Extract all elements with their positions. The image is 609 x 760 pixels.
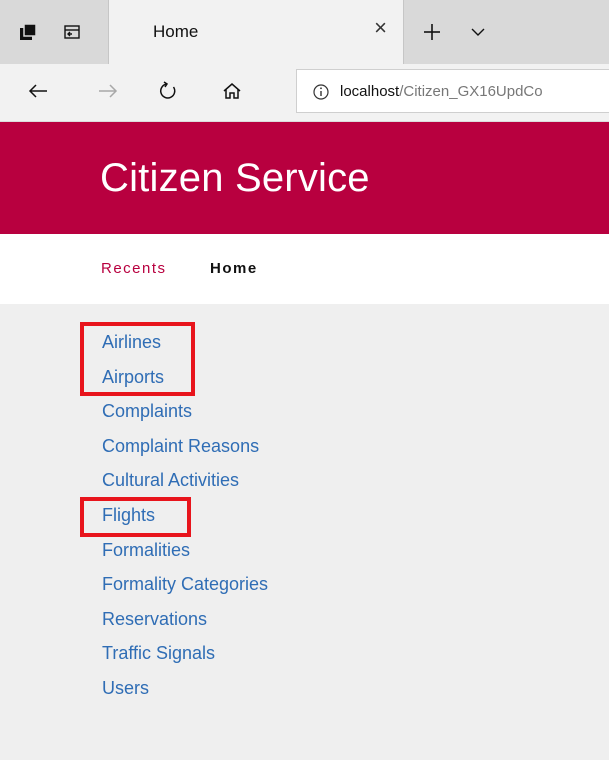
tab-title: Home xyxy=(153,22,199,41)
menu-link-formalities[interactable]: Formalities xyxy=(102,538,268,573)
breadcrumb-current: Home xyxy=(210,260,258,277)
close-icon[interactable]: × xyxy=(374,17,387,39)
plus-icon[interactable] xyxy=(414,14,450,50)
url-path: /Citizen_GX16UpdCo xyxy=(399,83,543,100)
highlight-box-airlines-airports xyxy=(80,322,195,396)
browser-nav-bar: localhost/Citizen_GX16UpdCo xyxy=(0,64,609,122)
menu-link-complaints[interactable]: Complaints xyxy=(102,399,268,434)
browser-tab-strip: Home × xyxy=(0,0,609,64)
home-icon[interactable] xyxy=(214,73,250,109)
url-host: localhost xyxy=(340,83,400,100)
forward-arrow-icon[interactable] xyxy=(90,73,126,109)
main-content: Airlines Airports Complaints Complaint R… xyxy=(0,304,609,760)
breadcrumb: Recents Home xyxy=(0,234,609,304)
breadcrumb-recents-link[interactable]: Recents xyxy=(101,260,167,277)
highlight-box-flights xyxy=(80,497,191,537)
tab-preview-icon[interactable] xyxy=(12,14,44,50)
back-arrow-icon[interactable] xyxy=(20,73,56,109)
refresh-icon[interactable] xyxy=(150,73,186,109)
info-icon[interactable] xyxy=(311,82,331,102)
menu-link-complaint-reasons[interactable]: Complaint Reasons xyxy=(102,434,268,469)
browser-tab-home[interactable]: Home × xyxy=(108,0,404,64)
address-url: localhost/Citizen_GX16UpdCo xyxy=(340,83,543,100)
app-title: Citizen Service xyxy=(100,156,370,200)
app-header: Citizen Service xyxy=(0,122,609,234)
address-bar[interactable]: localhost/Citizen_GX16UpdCo xyxy=(296,69,609,113)
set-tabs-aside-icon[interactable] xyxy=(56,14,88,50)
menu-link-reservations[interactable]: Reservations xyxy=(102,607,268,642)
menu-link-users[interactable]: Users xyxy=(102,676,268,711)
menu-link-formality-categories[interactable]: Formality Categories xyxy=(102,572,268,607)
chevron-down-icon[interactable] xyxy=(460,14,496,50)
menu-link-traffic-signals[interactable]: Traffic Signals xyxy=(102,641,268,676)
